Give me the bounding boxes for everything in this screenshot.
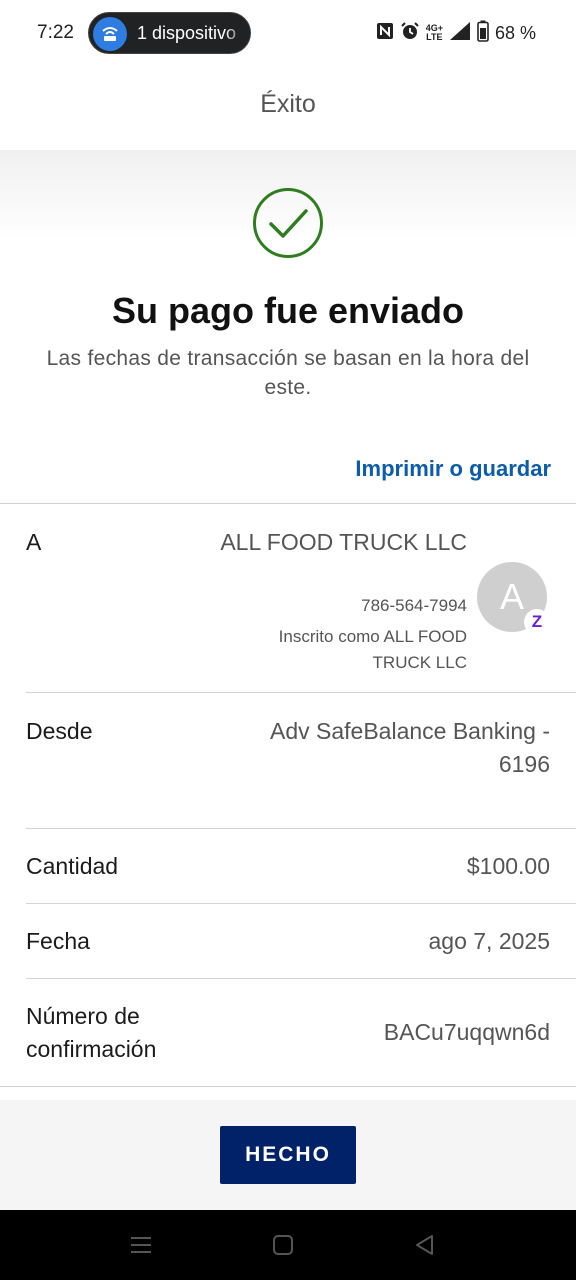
success-title: Su pago fue enviado <box>111 290 465 331</box>
divider <box>26 828 576 829</box>
status-icons: 4G+ LTE 68 % <box>376 20 536 46</box>
date-label: Fecha <box>26 928 90 954</box>
divider <box>0 503 576 504</box>
success-check-icon <box>253 188 323 258</box>
navigation-bar <box>0 1210 576 1280</box>
divider <box>0 1086 576 1087</box>
success-subtitle: Las fechas de transacción se basan en la… <box>46 347 530 399</box>
hotspot-pill[interactable]: 1 dispositivo <box>88 12 251 54</box>
amount-label: Cantidad <box>26 853 119 879</box>
status-bar: 7:22 1 dispositivo 4G+ LTE 68 % <box>0 0 576 66</box>
from-account: Adv SafeBalance Banking - 6196 <box>269 718 550 777</box>
nfc-icon <box>376 22 394 45</box>
divider <box>26 692 576 693</box>
recipient-phone: 786-564-7994 <box>361 596 467 615</box>
confirmation-number: BACu7uqqwn6d <box>383 1019 550 1045</box>
menu-icon[interactable] <box>128 1232 154 1258</box>
from-label: Desde <box>26 718 93 744</box>
recipient-name: ALL FOOD TRUCK LLC <box>220 529 467 555</box>
success-section: Su pago fue enviado Las fechas de transa… <box>0 150 576 440</box>
confirmation-label: Número de confirmación <box>26 1003 157 1062</box>
divider <box>26 903 576 904</box>
battery-percent: 68 % <box>494 22 536 43</box>
status-time: 7:22 <box>37 22 74 43</box>
footer: HECHO <box>0 1100 576 1210</box>
date-value: ago 7, 2025 <box>428 928 550 954</box>
hotspot-text: 1 dispositivo <box>137 23 237 43</box>
recipient-label: A <box>26 529 42 555</box>
hotspot-icon <box>93 17 127 51</box>
battery-icon <box>477 20 489 47</box>
back-icon[interactable] <box>412 1232 438 1258</box>
zelle-badge-icon: Z <box>524 609 550 635</box>
amount-value: $100.00 <box>466 853 550 879</box>
recipient-enrolled-as: Inscrito como ALL FOOD TRUCK LLC <box>278 627 467 672</box>
done-button[interactable]: HECHO <box>220 1126 356 1184</box>
signal-icon <box>449 21 471 46</box>
page-title: Éxito <box>260 90 316 118</box>
print-or-save-link[interactable]: Imprimir o guardar <box>355 456 551 482</box>
divider <box>26 978 576 979</box>
home-icon[interactable] <box>270 1232 296 1258</box>
network-type: 4G+ LTE <box>425 23 443 42</box>
alarm-icon <box>400 21 420 46</box>
page-header: Éxito <box>0 66 576 150</box>
